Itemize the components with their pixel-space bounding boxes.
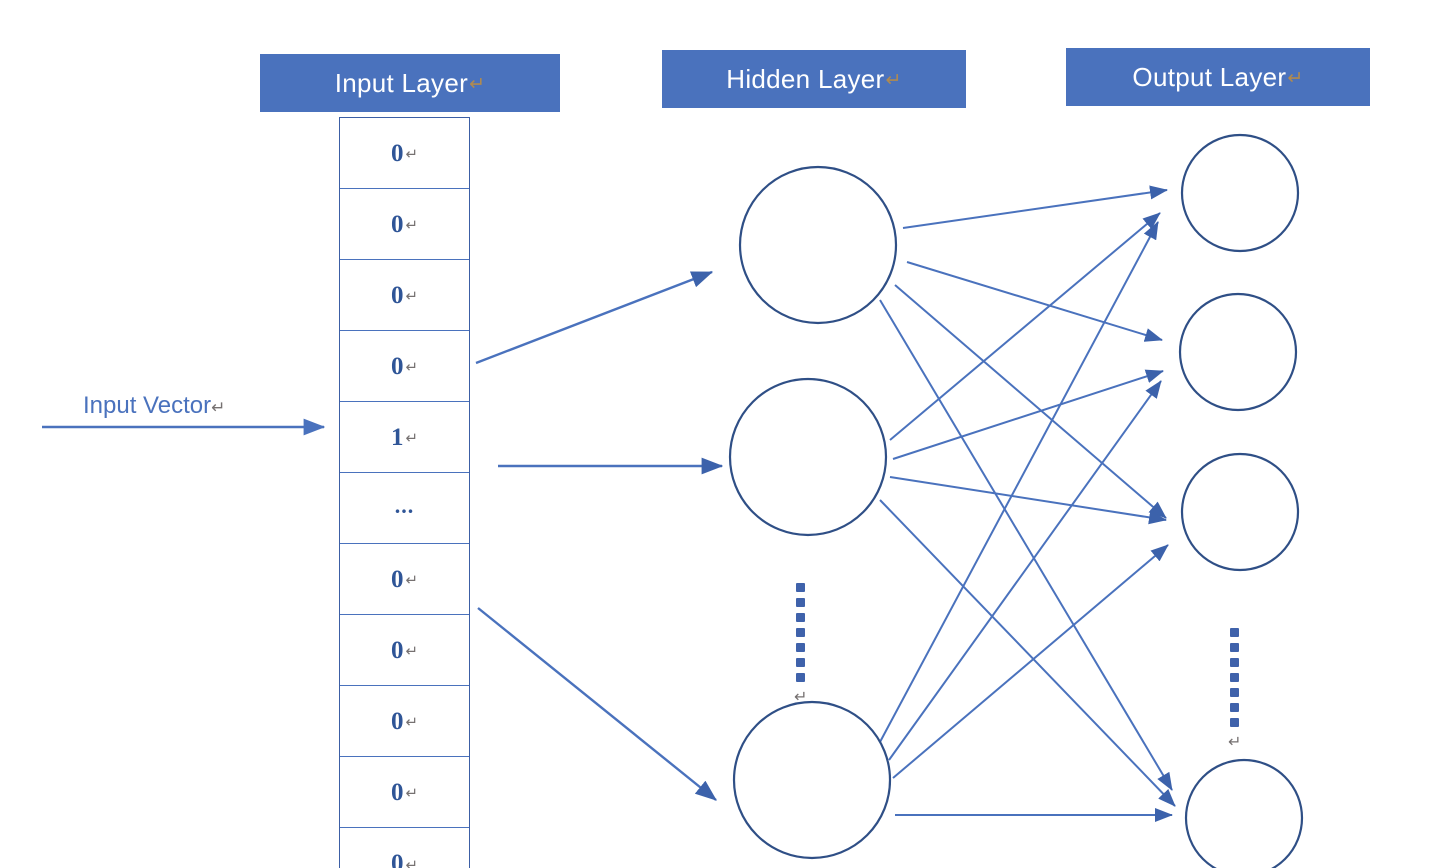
input-vector-cell[interactable]: ...: [340, 473, 469, 544]
paragraph-mark-icon: ↵: [405, 429, 419, 447]
connection-h2-o1: [889, 212, 1161, 441]
input-vector-value: 0: [390, 565, 404, 593]
paragraph-mark-icon: ↵: [405, 287, 419, 305]
ellipsis-dot-icon: [796, 673, 806, 682]
ellipsis-dot-icon: [796, 628, 806, 637]
input-layer-header-label: Input Layer: [334, 67, 469, 98]
ellipsis-dot-icon: [1230, 658, 1240, 667]
ellipsis-dot-icon: [1230, 718, 1240, 727]
connection-h1-o1: [902, 185, 1168, 229]
hidden-node-2[interactable]: [728, 377, 888, 537]
input-vector-value: 1: [390, 423, 404, 451]
ellipsis-dot-icon: [796, 643, 806, 652]
ellipsis-dot-icon: [1230, 643, 1240, 652]
paragraph-mark-icon: ↵: [469, 73, 486, 95]
hidden-node-3[interactable]: [732, 700, 892, 860]
input-vector-value: 0: [390, 139, 404, 167]
input-vector-label: Input Vector↵: [83, 392, 225, 420]
paragraph-mark-icon: ↵: [885, 69, 902, 91]
input-vector-cell[interactable]: 0 ↵: [340, 615, 469, 686]
feed-arrow-to-hidden-1: [475, 270, 714, 365]
output-layer-header: Output Layer ↵: [1066, 48, 1370, 106]
input-vector-value: 0: [390, 352, 404, 380]
connection-h2-o3: [889, 476, 1167, 525]
hidden-node-1[interactable]: [738, 165, 898, 325]
paragraph-mark-icon: ↵: [405, 784, 419, 802]
connection-h1-o4: [879, 299, 1173, 791]
paragraph-mark-icon: ↵: [405, 855, 419, 868]
paragraph-mark-icon: ↵: [405, 571, 419, 589]
connection-h2-o2: [892, 369, 1164, 460]
paragraph-mark-icon: ↵: [405, 642, 419, 660]
connection-h1-o3: [894, 284, 1167, 519]
input-vector-cell[interactable]: 0 ↵: [340, 331, 469, 402]
input-layer-header: Input Layer ↵: [260, 54, 560, 112]
paragraph-mark-icon: ↵: [405, 358, 419, 376]
input-vector-value: 0: [390, 636, 404, 664]
input-vector-cell[interactable]: 1 ↵: [340, 402, 469, 473]
hidden-layer-header: Hidden Layer ↵: [662, 50, 966, 108]
input-vector-cell[interactable]: 0 ↵: [340, 260, 469, 331]
input-vector-ellipsis: ...: [394, 493, 415, 518]
hidden-layer-ellipsis: ↵: [794, 583, 807, 705]
output-node-3[interactable]: [1180, 452, 1300, 572]
input-vector-cell[interactable]: 0 ↵: [340, 828, 469, 868]
input-vector-table: 0 ↵ 0 ↵ 0 ↵ 0 ↵ 1 ↵... 0 ↵ 0 ↵ 0 ↵ 0 ↵ 0 ↵: [339, 117, 470, 868]
input-vector-label-text: Input Vector: [83, 392, 212, 419]
input-vector-value: 0: [390, 281, 404, 309]
feed-arrow-to-hidden-3: [477, 607, 717, 801]
output-node-1[interactable]: [1180, 133, 1300, 253]
paragraph-mark-icon: ↵: [1287, 67, 1304, 89]
connection-h3-o2: [888, 380, 1162, 761]
input-vector-value: 0: [390, 707, 404, 735]
output-layer-ellipsis: ↵: [1228, 628, 1241, 750]
paragraph-mark-icon: ↵: [405, 216, 419, 234]
input-vector-cell[interactable]: 0 ↵: [340, 544, 469, 615]
input-vector-value: 0: [390, 210, 404, 238]
input-vector-cell[interactable]: 0 ↵: [340, 686, 469, 757]
ellipsis-dot-icon: [796, 583, 806, 592]
input-vector-value: 0: [390, 850, 404, 868]
connection-h3-o3: [892, 544, 1169, 779]
paragraph-mark-icon: ↵: [405, 145, 419, 163]
ellipsis-dot-icon: [1230, 628, 1240, 637]
paragraph-mark-icon: ↵: [794, 687, 808, 706]
ellipsis-dot-icon: [796, 613, 806, 622]
connection-h1-o2: [906, 261, 1163, 342]
input-vector-cell[interactable]: 0 ↵: [340, 118, 469, 189]
ellipsis-dot-icon: [796, 598, 806, 607]
paragraph-mark-icon: ↵: [405, 713, 419, 731]
input-vector-value: 0: [390, 778, 404, 806]
output-node-2[interactable]: [1178, 292, 1298, 412]
hidden-layer-header-label: Hidden Layer: [726, 63, 885, 94]
paragraph-mark-icon: ↵: [211, 398, 226, 417]
ellipsis-dot-icon: [1230, 703, 1240, 712]
diagram-canvas: Input Layer ↵ Hidden Layer ↵ Output Layer ↵…: [0, 0, 1456, 868]
input-vector-cell[interactable]: 0 ↵: [340, 189, 469, 260]
connection-h3-o1: [879, 221, 1159, 743]
connection-h2-o4: [879, 499, 1176, 807]
ellipsis-dot-icon: [1230, 688, 1240, 697]
input-vector-cell[interactable]: 0 ↵: [340, 757, 469, 828]
output-layer-header-label: Output Layer: [1132, 61, 1287, 92]
ellipsis-dot-icon: [796, 658, 806, 667]
output-node-4[interactable]: [1184, 758, 1304, 868]
paragraph-mark-icon: ↵: [1228, 732, 1242, 751]
ellipsis-dot-icon: [1230, 673, 1240, 682]
